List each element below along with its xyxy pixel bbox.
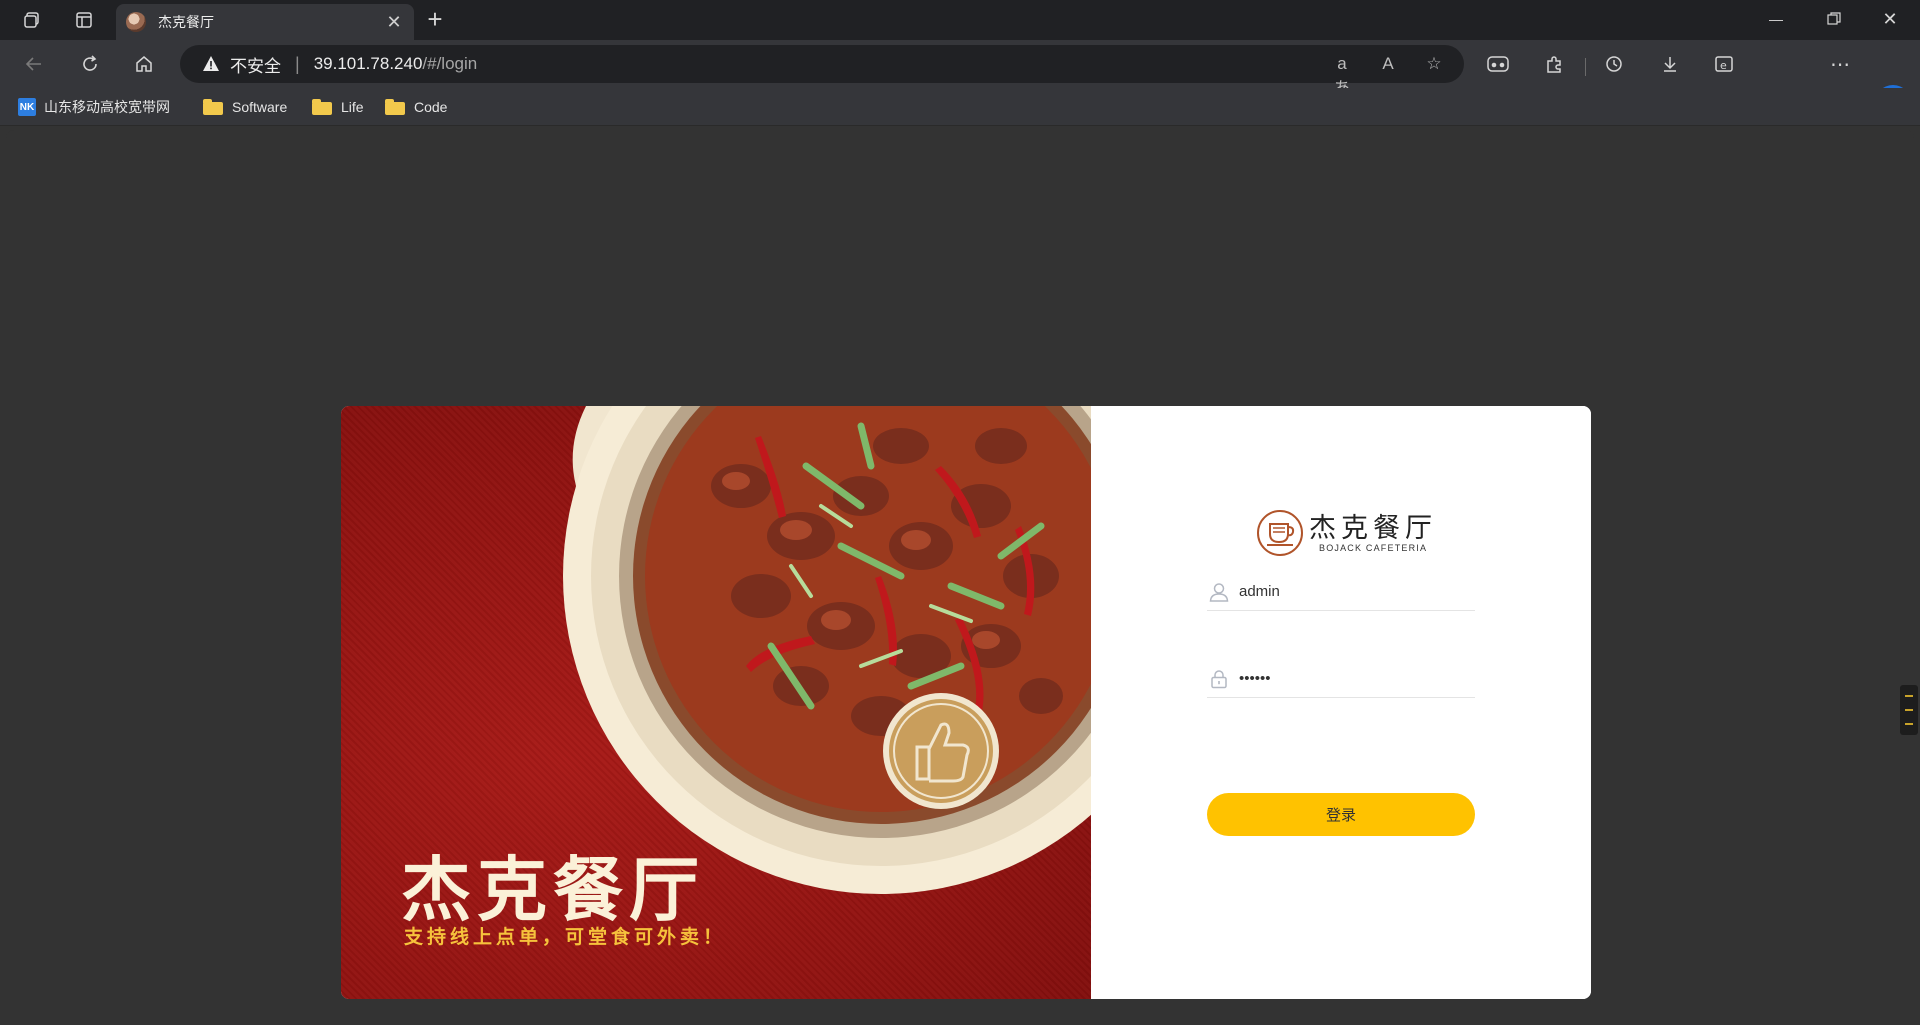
refresh-icon[interactable]: [72, 48, 108, 80]
hero-banner: 杰克餐厅 支持线上点单，可堂食可外卖！: [341, 406, 1091, 999]
coffee-cup-icon: [1257, 510, 1303, 556]
tab-bar: 杰克餐厅 ✕ + — ✕: [0, 0, 1920, 40]
workspaces-icon[interactable]: [16, 6, 48, 34]
home-icon[interactable]: [126, 48, 162, 80]
username-field[interactable]: [1207, 573, 1475, 611]
logo-english: BOJACK CAFETERIA: [1319, 543, 1428, 553]
bookmarks-bar: NK 山东移动高校宽带网 Software Life Code: [0, 88, 1920, 126]
tab-close-icon[interactable]: ✕: [384, 12, 404, 33]
url-path: /#/login: [422, 54, 478, 73]
translate-icon[interactable]: aあ: [1330, 54, 1354, 98]
hero-title: 杰克餐厅: [401, 849, 705, 931]
bookmark-label: Software: [232, 99, 288, 115]
security-label[interactable]: 不安全: [230, 52, 281, 77]
tab-title: 杰克餐厅: [158, 14, 214, 30]
login-button[interactable]: 登录: [1207, 793, 1475, 836]
tab-actions-icon[interactable]: [68, 6, 100, 34]
bookmark-software[interactable]: Software: [203, 97, 287, 117]
svg-text:e: e: [1720, 59, 1727, 72]
bookmark-code[interactable]: Code: [385, 97, 447, 117]
ie-mode-icon[interactable]: e: [1712, 52, 1736, 76]
restore-icon[interactable]: [1806, 4, 1862, 34]
brand-logo: 杰克餐厅 BOJACK CAFETERIA: [1257, 508, 1437, 558]
favorite-star-icon[interactable]: ☆: [1422, 54, 1446, 76]
read-aloud-icon[interactable]: A: [1376, 54, 1400, 76]
bookmark-label: Code: [414, 99, 448, 115]
user-icon: [1207, 580, 1231, 604]
tab-favicon-icon: [126, 12, 146, 32]
folder-icon: [385, 99, 405, 115]
login-panel: 杰克餐厅 BOJACK CAFETERIA 登录: [1091, 406, 1591, 999]
bookmark-label: 山东移动高校宽带网: [44, 99, 170, 115]
minimize-icon[interactable]: —: [1748, 4, 1804, 34]
history-icon[interactable]: [1602, 52, 1626, 76]
bookmark-shandong[interactable]: NK 山东移动高校宽带网: [18, 97, 170, 117]
hero-subtitle: 支持线上点单，可堂食可外卖！: [404, 927, 727, 948]
bookmark-life[interactable]: Life: [312, 97, 364, 117]
page-viewport: 杰克餐厅 支持线上点单，可堂食可外卖！ 杰克餐厅 BOJACK CAFETERI…: [6, 130, 1914, 1020]
new-tab-icon[interactable]: +: [420, 6, 450, 32]
address-bar[interactable]: 不安全 | 39.101.78.240 /#/login aあ A ☆: [180, 45, 1464, 98]
address-separator: |: [295, 53, 300, 74]
downloads-icon[interactable]: [1658, 52, 1682, 76]
password-input[interactable]: [1239, 670, 1475, 687]
logo-chinese: 杰克餐厅: [1309, 513, 1437, 543]
extension-game-icon[interactable]: [1486, 52, 1510, 76]
browser-toolbar: 不安全 | 39.101.78.240 /#/login aあ A ☆ e ⋯ …: [0, 40, 1920, 123]
extensions-icon[interactable]: [1542, 52, 1566, 76]
side-widget-handle[interactable]: [1900, 685, 1918, 735]
toolbar-divider: [1585, 58, 1586, 76]
nk-icon: NK: [18, 98, 36, 116]
back-icon[interactable]: [16, 48, 52, 80]
close-window-icon[interactable]: ✕: [1862, 4, 1918, 34]
folder-icon: [312, 99, 332, 115]
more-menu-icon[interactable]: ⋯: [1828, 52, 1852, 76]
active-tab[interactable]: 杰克餐厅 ✕: [116, 4, 414, 40]
url-host: 39.101.78.240: [313, 54, 423, 73]
folder-icon: [203, 99, 223, 115]
password-field[interactable]: [1207, 660, 1475, 698]
username-input[interactable]: [1239, 583, 1475, 600]
login-card: 杰克餐厅 支持线上点单，可堂食可外卖！ 杰克餐厅 BOJACK CAFETERI…: [341, 406, 1591, 999]
bookmark-label: Life: [341, 99, 364, 115]
warning-icon: [203, 56, 219, 71]
lock-icon: [1207, 667, 1231, 691]
